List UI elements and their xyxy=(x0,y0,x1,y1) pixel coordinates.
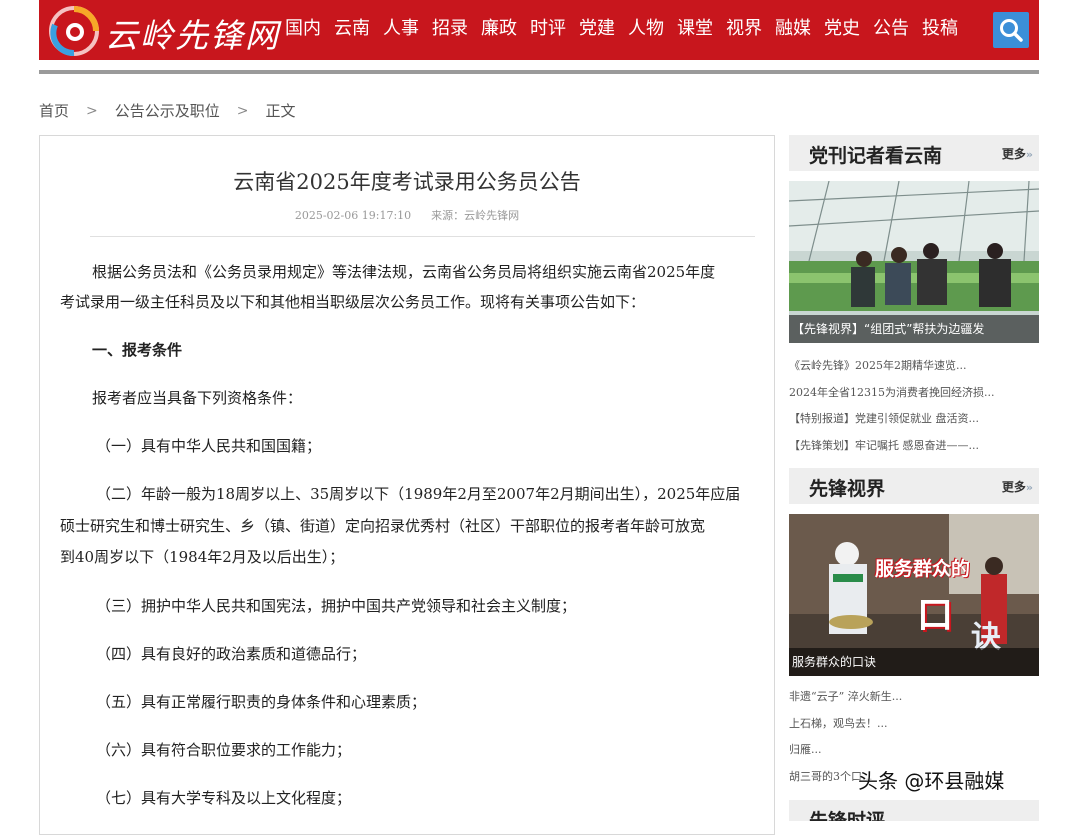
breadcrumb-separator: > xyxy=(86,102,98,119)
nav-item-domestic[interactable]: 国内 xyxy=(285,16,321,42)
nav-item-people[interactable]: 人物 xyxy=(628,16,664,42)
sidebar-link-list: 《云岭先锋》2025年2期精华速览... 2024年全省12315为消费者挽回经… xyxy=(789,353,1039,460)
list-item[interactable]: 【特别报道】党建引领促就业 盘活资... xyxy=(789,406,1039,433)
nav-item-personnel[interactable]: 人事 xyxy=(383,16,419,42)
list-item[interactable]: 非遗“云子” 淬火新生... xyxy=(789,684,1039,711)
nav-item-classroom[interactable]: 课堂 xyxy=(677,16,713,42)
article-meta: 2025-02-06 19:17:10 来源：云岭先锋网 xyxy=(40,207,774,223)
paragraph-line: 硕士研究生和博士研究生、乡（镇、街道）定向招录优秀村（社区）干部职位的报考者年龄… xyxy=(60,517,706,535)
article-source: 来源：云岭先锋网 xyxy=(431,209,520,222)
paragraph-line: （二）年龄一般为18周岁以上、35周岁以下（1989年2月至2007年2月期间出… xyxy=(96,485,741,503)
sidebar-section-header: 先锋时评 xyxy=(789,800,1039,821)
paragraph-line: （五）具有正常履行职责的身体条件和心理素质； xyxy=(96,693,427,711)
paragraph-line: （三）拥护中华人民共和国宪法，拥护中国共产党领导和社会主义制度； xyxy=(96,597,577,615)
nav-item-commentary[interactable]: 时评 xyxy=(530,16,566,42)
paragraph-line: 考试录用一级主任科员及以下和其他相当职级层次公务员工作。现将有关事项公告如下： xyxy=(60,293,646,311)
list-item[interactable]: 2024年全省12315为消费者挽回经济损... xyxy=(789,380,1039,407)
search-button[interactable] xyxy=(993,12,1029,48)
sidebar-section-title: 先锋时评 xyxy=(809,810,886,821)
nav-item-media[interactable]: 融媒 xyxy=(775,16,811,42)
sidebar-section-header: 党刊记者看云南 更多» xyxy=(789,135,1039,171)
nav-item-yunnan[interactable]: 云南 xyxy=(334,16,370,42)
logo-text: 云岭先锋网 xyxy=(105,16,280,55)
article-date: 2025-02-06 19:17:10 xyxy=(294,209,412,222)
more-link[interactable]: 更多» xyxy=(1002,145,1033,162)
more-link[interactable]: 更多» xyxy=(1002,478,1033,495)
nav-item-submit[interactable]: 投稿 xyxy=(922,16,958,42)
site-header: 云岭先锋网 国内 云南 人事 招录 廉政 时评 党建 人物 课堂 视界 融媒 党… xyxy=(39,0,1039,60)
main-nav: 国内 云南 人事 招录 廉政 时评 党建 人物 课堂 视界 融媒 党史 公告 投… xyxy=(285,16,971,42)
breadcrumb: 首页 > 公告公示及职位 > 正文 xyxy=(39,100,296,121)
breadcrumb-home[interactable]: 首页 xyxy=(39,100,69,121)
double-chevron-icon: » xyxy=(1025,481,1033,494)
sidebar-section-title: 先锋视界 xyxy=(809,478,886,500)
list-item[interactable]: 上石梯，观鸟去！... xyxy=(789,711,1039,738)
article-divider xyxy=(90,236,755,237)
breadcrumb-separator: > xyxy=(236,102,249,119)
paragraph-line: 根据公务员法和《公务员录用规定》等法律法规，云南省公务员局将组织实施云南省202… xyxy=(92,263,716,281)
sidebar-section-header: 先锋视界 更多» xyxy=(789,468,1039,504)
watermark-text: 头条 @环县融媒 xyxy=(858,769,1005,793)
image-caption: 服务群众的口诀 xyxy=(789,648,1039,676)
paragraph-line: 到40周岁以下（1984年2月及以后出生）； xyxy=(60,548,345,566)
paragraph-line: （六）具有符合职位要求的工作能力； xyxy=(96,741,352,759)
search-icon xyxy=(1000,19,1023,42)
image-caption: 【先锋视界】“组团式”帮扶为边疆发 xyxy=(789,315,1039,343)
nav-item-vision[interactable]: 视界 xyxy=(726,16,762,42)
paragraph-line: （一）具有中华人民共和国国籍； xyxy=(96,437,322,455)
image-overlay-text: 服务群众的 xyxy=(875,558,971,580)
logo-swirl-icon xyxy=(49,6,99,56)
article-title: 云南省2025年度考试录用公务员公告 xyxy=(233,170,581,194)
breadcrumb-category[interactable]: 公告公示及职位 xyxy=(115,100,220,121)
paragraph-line: （四）具有良好的政治素质和道德品行； xyxy=(96,645,367,663)
breadcrumb-current: 正文 xyxy=(265,102,296,120)
article-panel: 云南省2025年度考试录用公务员公告 2025-02-06 19:17:10 来源… xyxy=(39,135,775,835)
list-item[interactable]: 【先锋策划】牢记嘱托 感恩奋进——... xyxy=(789,433,1039,460)
header-divider xyxy=(39,70,1039,74)
paragraph-line: （七）具有大学专科及以上文化程度； xyxy=(96,789,352,807)
section-heading: 一、报考条件 xyxy=(92,341,183,359)
nav-item-recruitment[interactable]: 招录 xyxy=(432,16,468,42)
double-chevron-icon: » xyxy=(1025,148,1033,161)
site-logo[interactable]: 云岭先锋网 xyxy=(47,5,309,57)
sidebar-section-title: 党刊记者看云南 xyxy=(809,145,943,167)
sidebar-feature-image[interactable]: 服务群众的 口 诀 服务群众的口诀 xyxy=(789,514,1039,676)
paragraph-line: 报考者应当具备下列资格条件： xyxy=(92,389,303,407)
list-item[interactable]: 《云岭先锋》2025年2期精华速览... xyxy=(789,353,1039,380)
image-overlay-text: 口 xyxy=(917,595,954,636)
nav-item-party-history[interactable]: 党史 xyxy=(824,16,860,42)
sidebar-feature-image[interactable]: 【先锋视界】“组团式”帮扶为边疆发 xyxy=(789,181,1039,343)
list-item[interactable]: 归雁... xyxy=(789,737,1039,764)
nav-item-party-building[interactable]: 党建 xyxy=(579,16,615,42)
nav-item-integrity[interactable]: 廉政 xyxy=(481,16,517,42)
nav-item-announcements[interactable]: 公告 xyxy=(873,16,909,42)
